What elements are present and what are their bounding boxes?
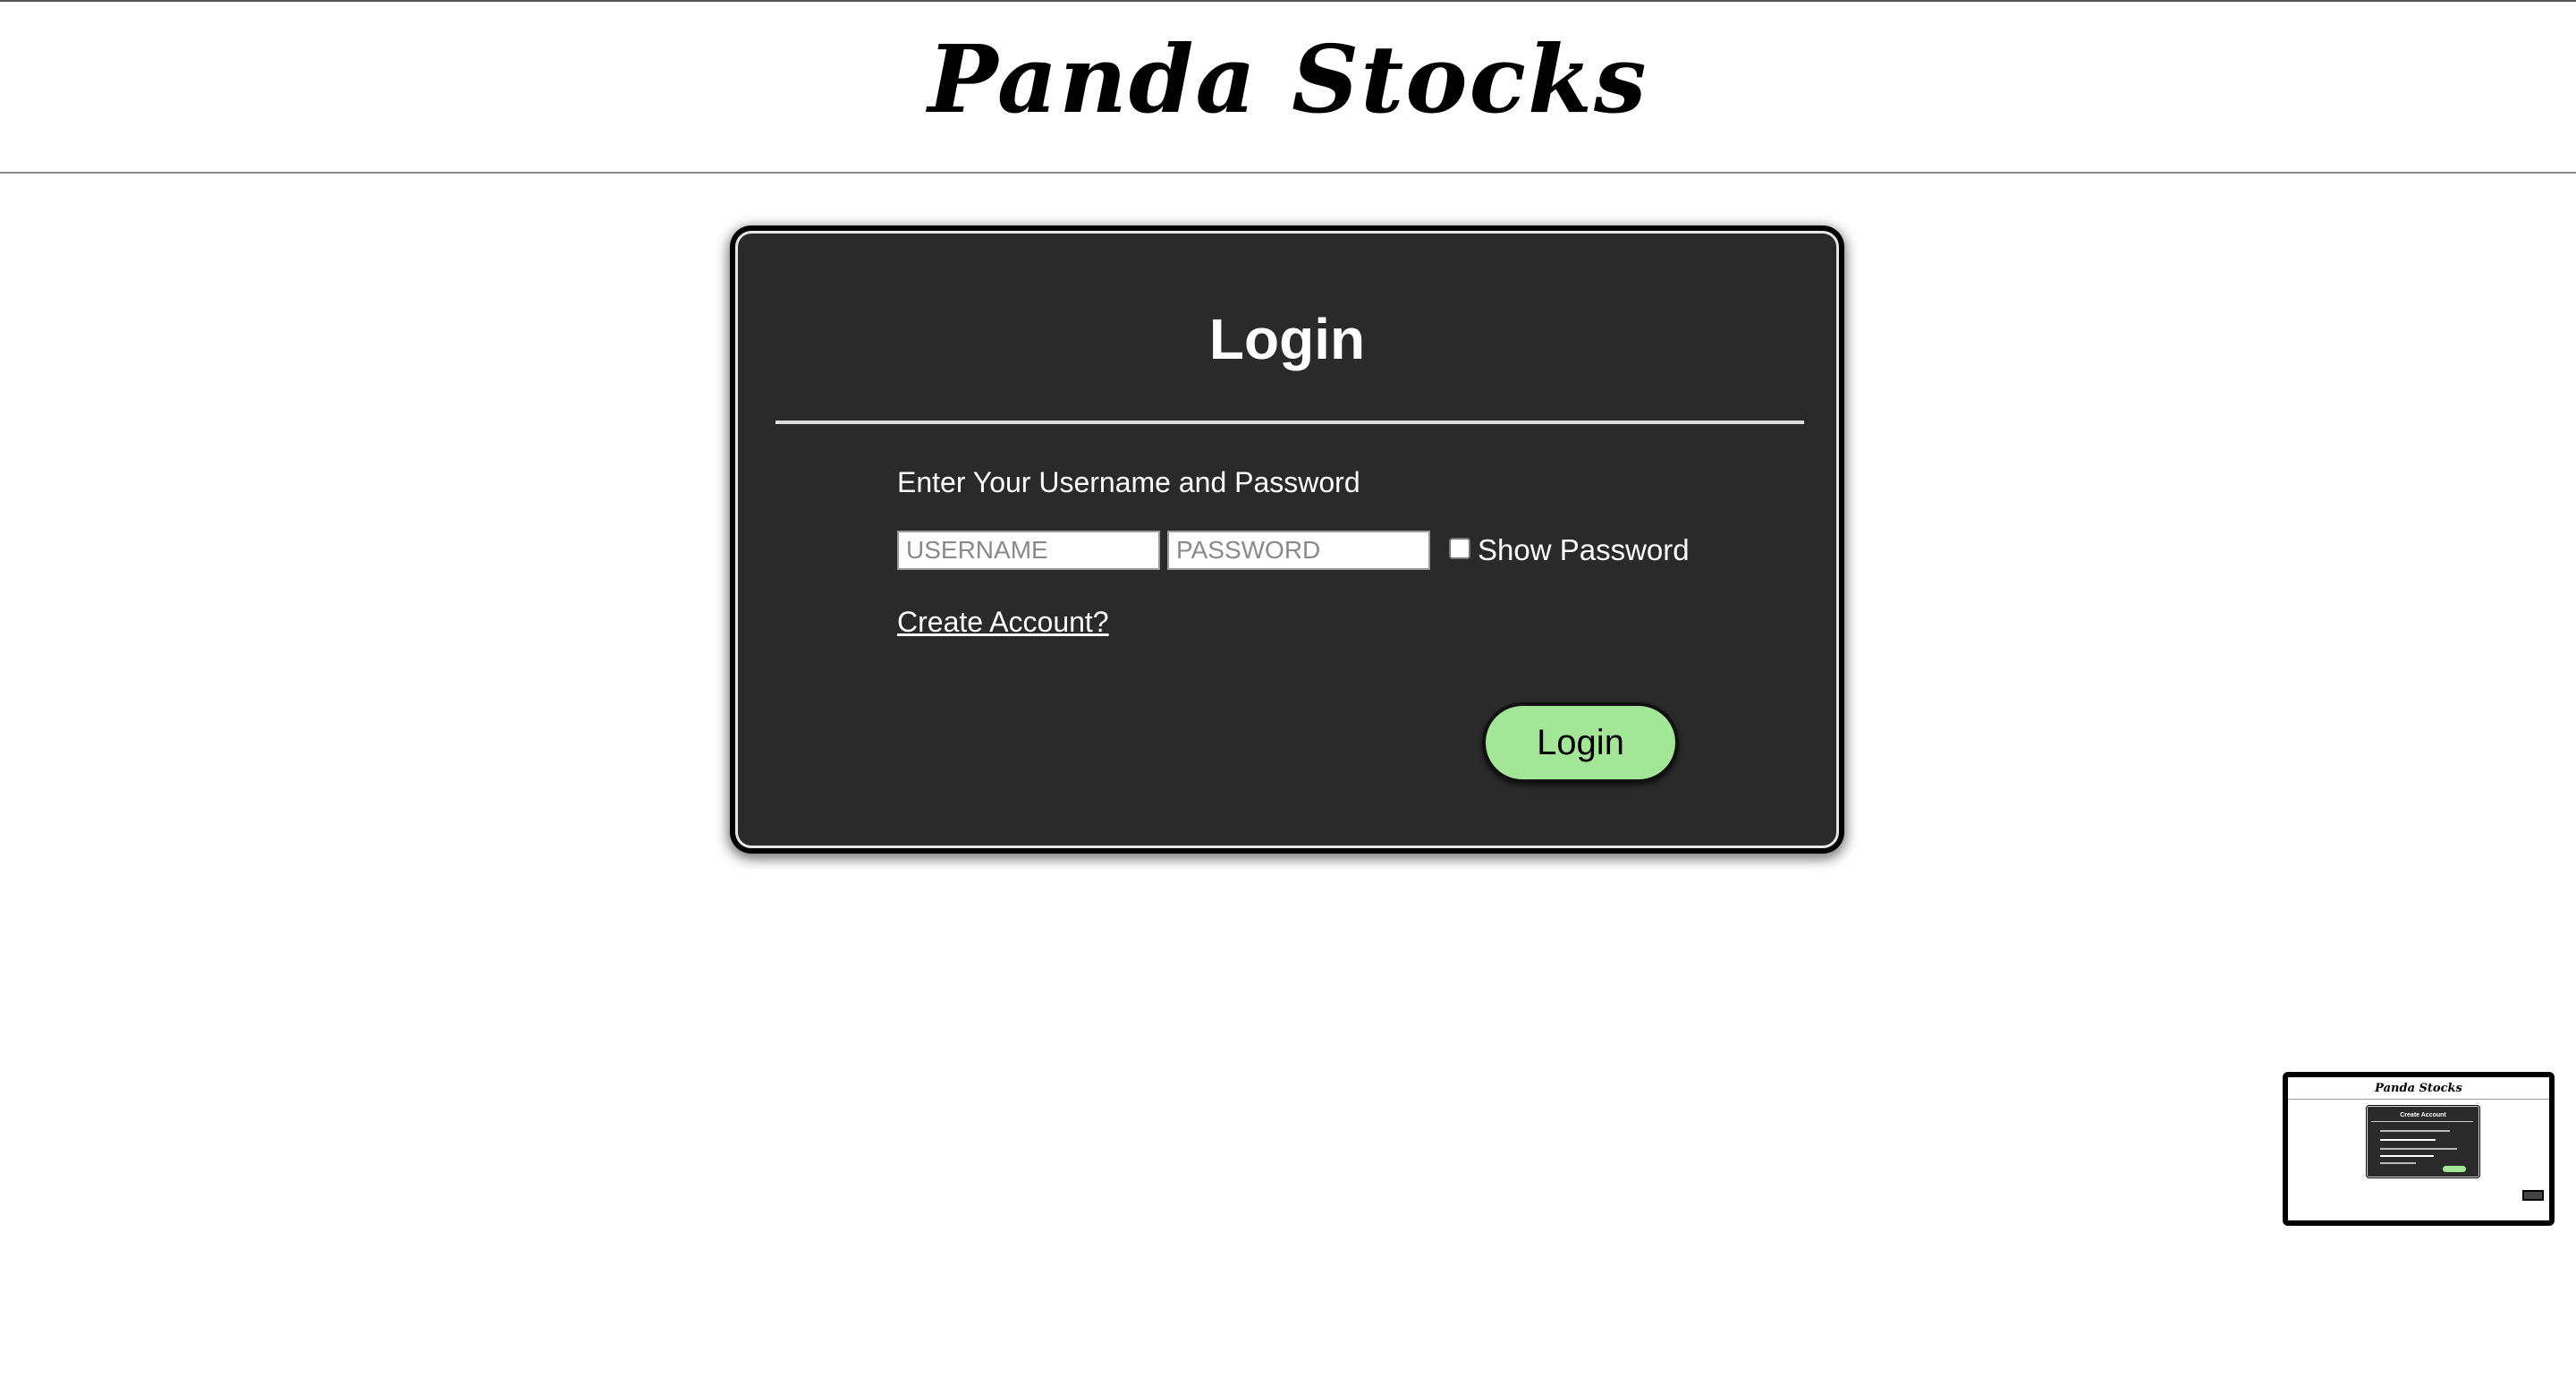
site-title: Panda Stocks <box>928 24 1648 134</box>
thumbnail-card-title: Create Account <box>2400 1112 2446 1118</box>
login-button[interactable]: Login <box>1482 702 1679 783</box>
thumbnail-text-line <box>2380 1162 2416 1164</box>
login-card: Login Enter Your Username and Password S… <box>735 231 1839 848</box>
thumbnail-text-line <box>2380 1130 2450 1132</box>
thumbnail-input-line <box>2380 1155 2434 1157</box>
thumbnail-input-line <box>2380 1139 2436 1141</box>
thumbnail-mini-icon <box>2522 1190 2544 1201</box>
show-password-toggle[interactable]: Show Password <box>1449 531 1690 570</box>
login-instructions: Enter Your Username and Password <box>897 466 1360 498</box>
username-input[interactable] <box>897 531 1160 570</box>
thumbnail-card-rule <box>2371 1121 2473 1122</box>
thumbnail-button <box>2443 1166 2466 1172</box>
site-header: Panda Stocks <box>0 2 2576 174</box>
thumbnail-header-rule <box>2288 1099 2549 1100</box>
show-password-label: Show Password <box>1478 533 1690 566</box>
thumbnail-card: Create Account <box>2367 1106 2479 1177</box>
password-input[interactable] <box>1167 531 1430 570</box>
show-password-checkbox[interactable] <box>1449 538 1470 559</box>
login-title: Login <box>1208 307 1366 371</box>
thumbnail-title: Panda Stocks <box>2375 1082 2462 1095</box>
window-thumbnail-preview[interactable]: Panda Stocks Create Account <box>2283 1072 2555 1226</box>
thumbnail-text-line <box>2380 1148 2457 1150</box>
card-divider <box>775 421 1804 424</box>
create-account-link[interactable]: Create Account? <box>897 608 1109 636</box>
